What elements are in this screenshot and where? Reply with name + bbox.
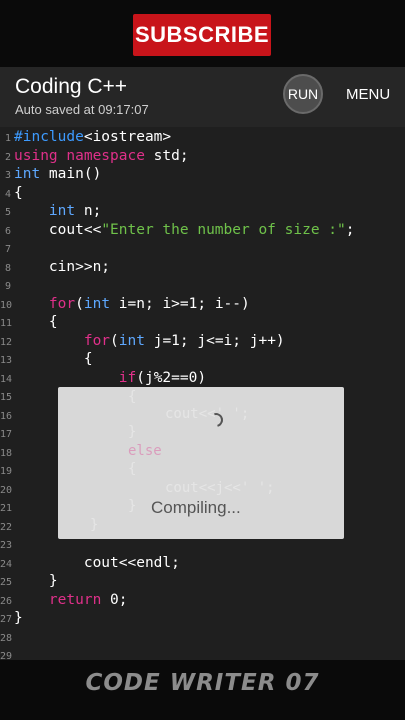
- code-token: for: [83, 332, 111, 349]
- code-token: cin>>n;: [14, 258, 111, 275]
- compiling-message: Compiling...: [151, 498, 241, 517]
- code-line[interactable]: 12 for(int j=1; j<=i; j++): [0, 332, 285, 351]
- watermark: CODE WRITER 07: [85, 670, 320, 696]
- code-line[interactable]: 21: [0, 498, 14, 517]
- code-token: int: [118, 332, 145, 349]
- code-token: cout<<endl;: [14, 554, 180, 571]
- code-line[interactable]: 11 {: [0, 313, 58, 332]
- code-line[interactable]: 19: [0, 461, 14, 480]
- code-line[interactable]: 18: [0, 443, 14, 462]
- code-token: 0;: [101, 591, 128, 608]
- code-line[interactable]: 4{: [0, 184, 23, 203]
- code-token: {: [14, 184, 23, 201]
- subscribe-button[interactable]: SUBSCRIBE: [133, 14, 271, 56]
- menu-button[interactable]: MENU: [346, 86, 390, 103]
- code-line[interactable]: 24 cout<<endl;: [0, 554, 180, 573]
- code-token: n;: [75, 203, 102, 219]
- code-token: for: [48, 295, 76, 312]
- code-token: i=n; i>=1; i--): [110, 295, 250, 312]
- code-line[interactable]: 20: [0, 480, 14, 499]
- code-token: cout<<: [14, 221, 102, 238]
- code-line[interactable]: 25 }: [0, 572, 58, 591]
- ghost-code-line: {: [128, 461, 137, 477]
- code-token: using namespace: [14, 147, 145, 164]
- code-token: ;: [345, 221, 355, 238]
- code-token: main(): [40, 166, 102, 182]
- code-line[interactable]: 7: [0, 239, 14, 258]
- code-line[interactable]: 23: [0, 535, 14, 554]
- line-number: 29: [0, 651, 13, 660]
- autosave-status: Auto saved at 09:17:07: [15, 102, 149, 117]
- code-line[interactable]: 14 if(j%2==0): [0, 369, 206, 388]
- ghost-code-line: }: [90, 517, 99, 533]
- ghost-code-line: {: [128, 389, 137, 405]
- code-line[interactable]: 5 int n;: [0, 202, 101, 221]
- code-line[interactable]: 16: [0, 406, 14, 425]
- code-token: int: [83, 295, 111, 312]
- code-line[interactable]: 29: [0, 646, 14, 660]
- code-line[interactable]: 6 cout<<"Enter the number of size :";: [0, 221, 355, 240]
- run-button[interactable]: RUN: [283, 74, 323, 114]
- code-line[interactable]: 3 int main(): [0, 165, 101, 184]
- code-token: "Enter the number of size :": [101, 221, 346, 238]
- code-line[interactable]: 10 for(int i=n; i>=1; i--): [0, 295, 250, 314]
- code-line[interactable]: 15: [0, 387, 14, 406]
- code-token: (: [75, 295, 84, 312]
- app-bar: Coding C++ Auto saved at 09:17:07 RUN ME…: [0, 67, 405, 127]
- code-line[interactable]: 1 #include<iostream>: [0, 128, 171, 147]
- code-token: (: [110, 332, 119, 349]
- ghost-code-line: else: [128, 443, 162, 459]
- code-token: int: [48, 203, 76, 219]
- code-token: std;: [144, 147, 189, 164]
- ghost-code-line: }: [128, 498, 137, 514]
- code-line[interactable]: 13 {: [0, 350, 93, 369]
- code-token: j=1; j<=i; j++): [144, 332, 285, 349]
- ghost-code-line: cout<<' ';: [165, 406, 250, 422]
- code-token: #include: [14, 129, 84, 145]
- code-line[interactable]: 17: [0, 424, 14, 443]
- code-token: {: [14, 314, 58, 330]
- code-token: }: [14, 610, 23, 626]
- app-title: Coding C++: [15, 75, 128, 98]
- code-token: (j%2==0): [136, 369, 207, 386]
- code-line[interactable]: 27}: [0, 609, 23, 628]
- code-token: if: [118, 369, 137, 386]
- code-token: <iostream>: [83, 129, 172, 145]
- code-line[interactable]: 28: [0, 628, 14, 647]
- code-token: {: [14, 351, 93, 367]
- code-token: int: [14, 166, 41, 182]
- ghost-code-line: }: [128, 424, 137, 440]
- code-line[interactable]: 8 cin>>n;: [0, 258, 110, 277]
- code-line[interactable]: 26 return 0;: [0, 591, 128, 610]
- code-line[interactable]: 2 using namespace std;: [0, 147, 189, 166]
- code-token: return: [48, 591, 102, 608]
- code-line[interactable]: 9: [0, 276, 14, 295]
- ghost-code-line: cout<<j<<' ';: [165, 480, 275, 496]
- code-line[interactable]: 22: [0, 517, 14, 536]
- code-token: }: [14, 573, 58, 589]
- compiling-dialog: { cout<<' '; } else { cout<<j<<' '; } } …: [58, 387, 344, 539]
